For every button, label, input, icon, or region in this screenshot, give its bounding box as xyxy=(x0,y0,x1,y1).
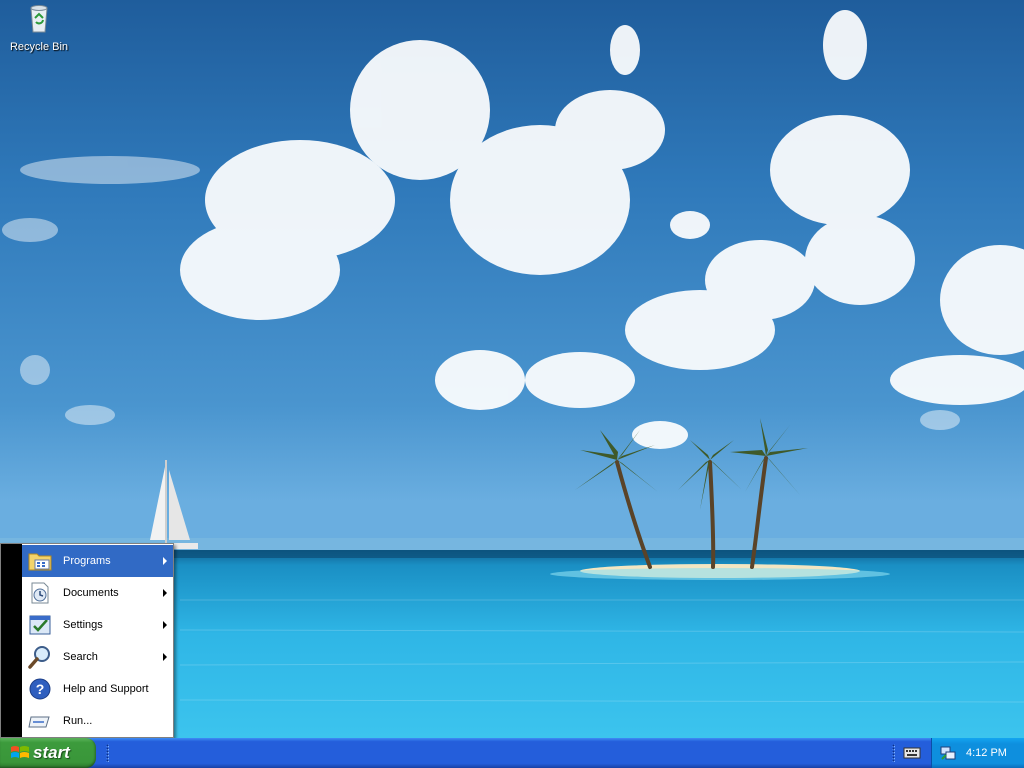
submenu-arrow-icon xyxy=(163,557,167,565)
desktop-icon-recycle-bin[interactable]: Recycle Bin xyxy=(6,2,72,53)
windows-logo-icon xyxy=(11,746,29,758)
programs-folder-icon xyxy=(28,553,52,571)
start-button[interactable]: start xyxy=(0,738,96,768)
taskbar: start 4:12 PM xyxy=(0,738,1024,768)
start-menu-list: Programs Documents Settings Search ? Hel… xyxy=(22,545,173,737)
search-magnifier-icon xyxy=(28,646,50,669)
system-tray: 4:12 PM xyxy=(931,738,1024,768)
start-menu-item-run[interactable]: Run... xyxy=(22,705,173,737)
menu-label-help-and-support: Help and Support xyxy=(63,683,149,695)
start-menu-item-programs[interactable]: Programs xyxy=(22,545,173,577)
start-menu-item-settings[interactable]: Settings xyxy=(22,609,173,641)
start-menu-item-help-and-support[interactable]: ? Help and Support xyxy=(22,673,173,705)
recycle-bin-icon xyxy=(30,5,48,33)
taskbar-grip-right[interactable] xyxy=(892,744,895,762)
submenu-arrow-icon xyxy=(163,653,167,661)
start-menu: Programs Documents Settings Search ? Hel… xyxy=(0,543,174,738)
run-icon xyxy=(28,716,50,728)
menu-label-programs: Programs xyxy=(63,555,111,567)
menu-label-run: Run... xyxy=(63,715,93,727)
menu-label-search: Search xyxy=(63,651,98,663)
taskbar-grip[interactable] xyxy=(106,744,109,762)
menu-label-documents: Documents xyxy=(63,587,119,599)
svg-text:?: ? xyxy=(36,681,45,697)
submenu-arrow-icon xyxy=(163,621,167,629)
desktop[interactable]: Recycle Bin Programs Documents Settings … xyxy=(0,0,1024,738)
start-button-label: start xyxy=(33,743,70,762)
help-icon: ? xyxy=(29,678,51,700)
submenu-arrow-icon xyxy=(163,589,167,597)
start-menu-item-documents[interactable]: Documents xyxy=(22,577,173,609)
documents-icon xyxy=(31,582,49,604)
network-connection-icon[interactable] xyxy=(940,745,956,761)
start-menu-banner xyxy=(1,544,22,737)
clock[interactable]: 4:12 PM xyxy=(966,747,1007,759)
start-menu-item-search[interactable]: Search xyxy=(22,641,173,673)
settings-icon xyxy=(29,615,51,635)
recycle-bin-label: Recycle Bin xyxy=(9,41,69,53)
menu-label-settings: Settings xyxy=(63,619,103,631)
keyboard-icon[interactable] xyxy=(903,745,921,760)
